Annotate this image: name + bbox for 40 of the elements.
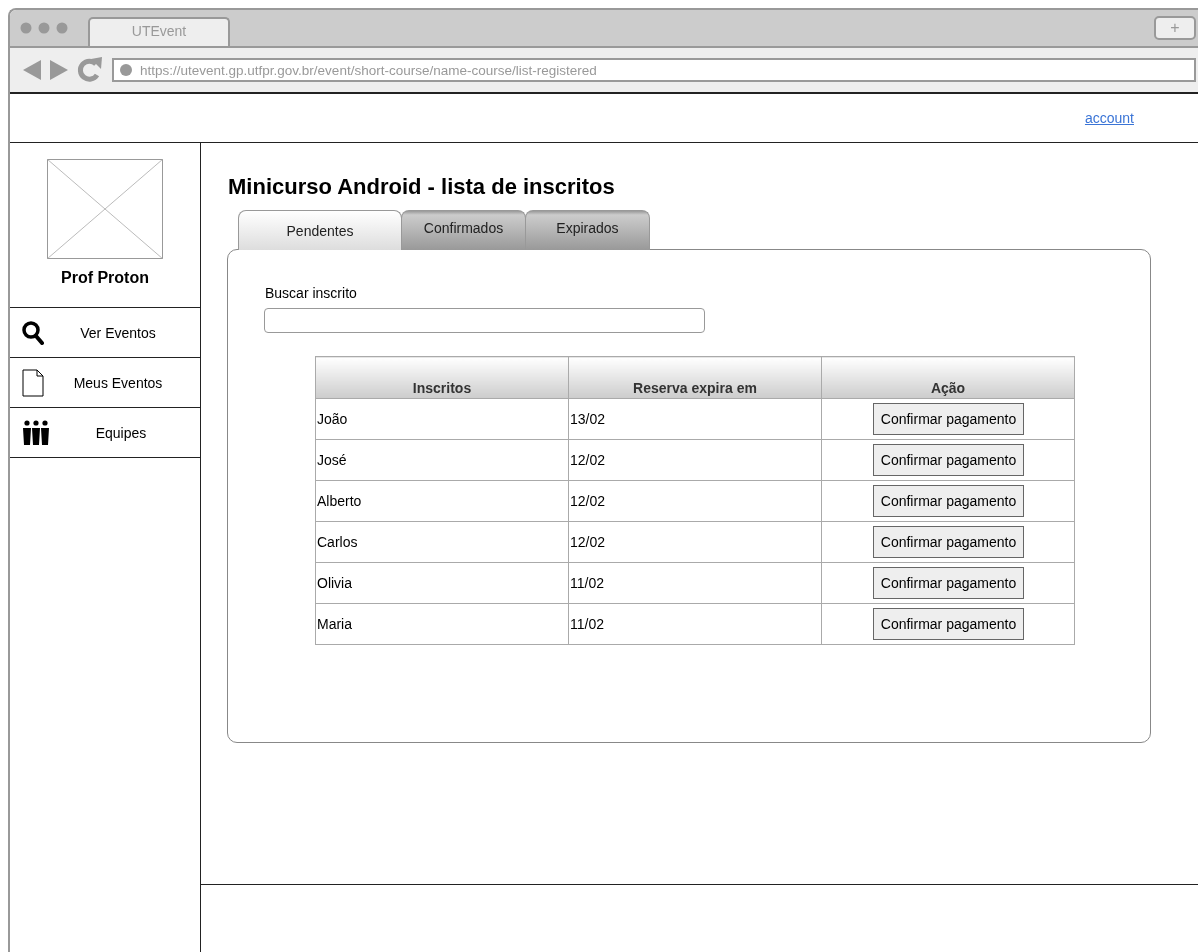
- column-header: Inscritos: [315, 356, 569, 399]
- url-text: https://utevent.gp.utfpr.gov.br/event/short-course/name-course/list-registered: [140, 62, 597, 78]
- back-icon[interactable]: [23, 60, 41, 80]
- confirm-payment-button[interactable]: Confirmar pagamento: [872, 485, 1025, 517]
- confirm-payment-button[interactable]: Confirmar pagamento: [872, 403, 1025, 435]
- table-cell: João: [315, 398, 569, 440]
- table-cell: 13/02: [568, 398, 822, 440]
- search-field[interactable]: [264, 308, 705, 333]
- search-label: Buscar inscrito: [265, 285, 357, 301]
- table-cell: Olivia: [315, 562, 569, 604]
- column-header: Reserva expira em: [568, 356, 822, 399]
- table-cell: Maria: [315, 603, 569, 645]
- table-cell: Carlos: [315, 521, 569, 563]
- tab[interactable]: Confirmados: [401, 210, 526, 250]
- confirm-payment-button[interactable]: Confirmar pagamento: [872, 526, 1025, 558]
- table-cell: 11/02: [568, 562, 822, 604]
- page-title: Minicurso Android - lista de inscritos: [228, 174, 616, 200]
- table-cell: 12/02: [568, 439, 822, 481]
- search-icon: [22, 320, 44, 345]
- confirm-payment-button[interactable]: Confirmar pagamento: [872, 444, 1025, 476]
- account-link[interactable]: account: [1084, 110, 1134, 126]
- table-cell: José: [315, 439, 569, 481]
- column-header: Ação: [821, 356, 1075, 399]
- team-icon: [22, 419, 50, 446]
- tab[interactable]: Expirados: [525, 210, 650, 250]
- table-cell: 12/02: [568, 521, 822, 563]
- confirm-payment-button[interactable]: Confirmar pagamento: [872, 608, 1025, 640]
- forward-icon[interactable]: [50, 60, 68, 80]
- sidebar-item[interactable]: Equipes: [10, 408, 200, 458]
- confirm-payment-button[interactable]: Confirmar pagamento: [872, 567, 1025, 599]
- table-cell: Alberto: [315, 480, 569, 522]
- reload-icon[interactable]: [77, 57, 103, 83]
- tab[interactable]: Pendentes: [238, 210, 402, 250]
- sidebar-item[interactable]: Meus Eventos: [10, 358, 200, 408]
- table-cell: 12/02: [568, 480, 822, 522]
- document-icon: [22, 368, 44, 397]
- user-name: Prof Proton: [61, 269, 149, 287]
- sidebar-item[interactable]: Ver Eventos: [10, 308, 200, 358]
- site-icon: [120, 64, 132, 76]
- table-cell: 11/02: [568, 603, 822, 645]
